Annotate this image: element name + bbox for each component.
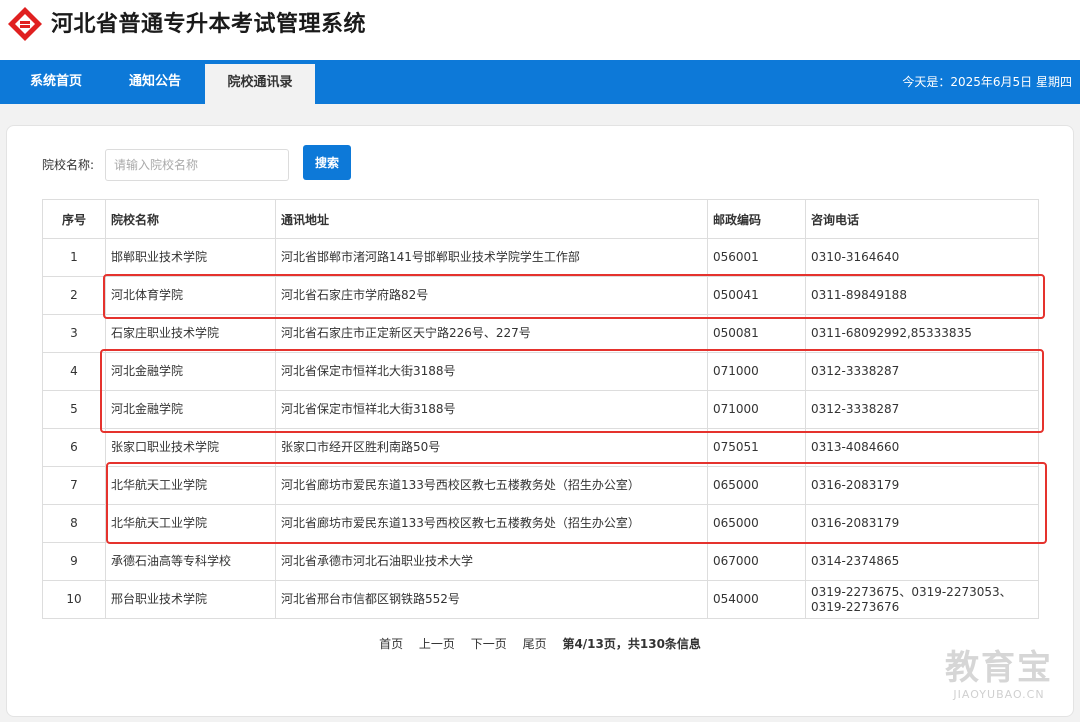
cell-phone: 0312-3338287	[805, 352, 1039, 391]
cell-phone: 0316-2083179	[805, 466, 1039, 505]
cell-school-name: 北华航天工业学院	[105, 466, 276, 505]
cell-address: 河北省廊坊市爱民东道133号西校区教七五楼教务处（招生办公室）	[275, 504, 708, 543]
cell-index: 4	[42, 352, 106, 391]
column-header-school-name: 院校名称	[105, 199, 276, 239]
cell-postcode: 050081	[707, 314, 806, 353]
nav-item-school-directory[interactable]: 院校通讯录	[205, 64, 315, 104]
cell-address: 河北省石家庄市学府路82号	[275, 276, 708, 315]
cell-index: 7	[42, 466, 106, 505]
directory-card: 院校名称: 搜索 序号 院校名称 通讯地址 邮政编码 咨询电话 1 邯郸职业技术…	[6, 125, 1074, 717]
cell-school-name: 河北金融学院	[105, 390, 276, 429]
school-directory-table: 序号 院校名称 通讯地址 邮政编码 咨询电话 1 邯郸职业技术学院 河北省邯郸市…	[42, 199, 1039, 619]
table-row: 5 河北金融学院 河北省保定市恒祥北大街3188号 071000 0312-33…	[42, 390, 1039, 429]
search-label: 院校名称:	[42, 158, 95, 172]
last-page-link[interactable]: 尾页	[523, 637, 547, 651]
cell-postcode: 071000	[707, 352, 806, 391]
school-name-search-input[interactable]	[105, 149, 289, 181]
cell-index: 9	[42, 542, 106, 581]
cell-index: 8	[42, 504, 106, 543]
cell-index: 1	[42, 238, 106, 277]
next-page-link[interactable]: 下一页	[471, 637, 507, 651]
column-header-postcode: 邮政编码	[707, 199, 806, 239]
table-row: 9 承德石油高等专科学校 河北省承德市河北石油职业技术大学 067000 031…	[42, 542, 1039, 581]
watermark-sub: JIAOYUBAO.CN	[953, 688, 1045, 701]
nav-item-notices[interactable]: 通知公告	[113, 60, 197, 104]
cell-phone: 0316-2083179	[805, 504, 1039, 543]
table-row: 4 河北金融学院 河北省保定市恒祥北大街3188号 071000 0312-33…	[42, 352, 1039, 391]
cell-address: 河北省邯郸市渚河路141号邯郸职业技术学院学生工作部	[275, 238, 708, 277]
cell-index: 5	[42, 390, 106, 429]
search-button[interactable]: 搜索	[303, 145, 351, 180]
cell-postcode: 050041	[707, 276, 806, 315]
cell-index: 6	[42, 428, 106, 467]
table-header-row: 序号 院校名称 通讯地址 邮政编码 咨询电话	[42, 199, 1039, 239]
cell-school-name: 石家庄职业技术学院	[105, 314, 276, 353]
watermark-main: 教育宝	[945, 648, 1053, 688]
table-row: 3 石家庄职业技术学院 河北省石家庄市正定新区天宁路226号、227号 0500…	[42, 314, 1039, 353]
cell-phone: 0319-2273675、0319-2273053、0319-2273676	[805, 580, 1039, 619]
table-row: 10 邢台职业技术学院 河北省邢台市信都区钢铁路552号 054000 0319…	[42, 580, 1039, 619]
cell-postcode: 065000	[707, 504, 806, 543]
first-page-link[interactable]: 首页	[379, 637, 403, 651]
cell-phone: 0314-2374865	[805, 542, 1039, 581]
cell-school-name: 北华航天工业学院	[105, 504, 276, 543]
site-title: 河北省普通专升本考试管理系统	[51, 12, 367, 37]
column-header-phone: 咨询电话	[805, 199, 1039, 239]
cell-address: 河北省保定市恒祥北大街3188号	[275, 390, 708, 429]
cell-phone: 0312-3338287	[805, 390, 1039, 429]
table-row: 7 北华航天工业学院 河北省廊坊市爱民东道133号西校区教七五楼教务处（招生办公…	[42, 466, 1039, 505]
cell-postcode: 065000	[707, 466, 806, 505]
cell-address: 河北省保定市恒祥北大街3188号	[275, 352, 708, 391]
header: 河北省普通专升本考试管理系统	[0, 0, 1080, 60]
cell-address: 河北省承德市河北石油职业技术大学	[275, 542, 708, 581]
cell-school-name: 河北金融学院	[105, 352, 276, 391]
cell-school-name: 河北体育学院	[105, 276, 276, 315]
cell-postcode: 071000	[707, 390, 806, 429]
table-row: 1 邯郸职业技术学院 河北省邯郸市渚河路141号邯郸职业技术学院学生工作部 05…	[42, 238, 1039, 277]
prev-page-link[interactable]: 上一页	[419, 637, 455, 651]
cell-phone: 0311-68092992,85333835	[805, 314, 1039, 353]
table-row: 2 河北体育学院 河北省石家庄市学府路82号 050041 0311-89849…	[42, 276, 1039, 315]
cell-index: 2	[42, 276, 106, 315]
table-row: 6 张家口职业技术学院 张家口市经开区胜利南路50号 075051 0313-4…	[42, 428, 1039, 467]
cell-index: 10	[42, 580, 106, 619]
cell-address: 河北省廊坊市爱民东道133号西校区教七五楼教务处（招生办公室）	[275, 466, 708, 505]
cell-postcode: 054000	[707, 580, 806, 619]
logo-icon	[8, 7, 42, 41]
cell-phone: 0310-3164640	[805, 238, 1039, 277]
table-row: 8 北华航天工业学院 河北省廊坊市爱民东道133号西校区教七五楼教务处（招生办公…	[42, 504, 1039, 543]
today-date: 今天是：2025年6月5日 星期四	[902, 75, 1072, 89]
cell-school-name: 承德石油高等专科学校	[105, 542, 276, 581]
column-header-index: 序号	[42, 199, 106, 239]
navbar: 系统首页 通知公告 院校通讯录 今天是：2025年6月5日 星期四	[0, 60, 1080, 104]
cell-school-name: 邯郸职业技术学院	[105, 238, 276, 277]
cell-phone: 0313-4084660	[805, 428, 1039, 467]
nav-item-home[interactable]: 系统首页	[14, 60, 98, 104]
cell-address: 河北省邢台市信都区钢铁路552号	[275, 580, 708, 619]
cell-index: 3	[42, 314, 106, 353]
column-header-address: 通讯地址	[275, 199, 708, 239]
cell-postcode: 056001	[707, 238, 806, 277]
page-info: 第4/13页，共130条信息	[562, 637, 701, 651]
cell-school-name: 张家口职业技术学院	[105, 428, 276, 467]
cell-phone: 0311-89849188	[805, 276, 1039, 315]
watermark: 教育宝 JIAOYUBAO.CN	[929, 648, 1069, 708]
cell-address: 河北省石家庄市正定新区天宁路226号、227号	[275, 314, 708, 353]
cell-postcode: 075051	[707, 428, 806, 467]
pagination: 首页 上一页 下一页 尾页 第4/13页，共130条信息	[7, 635, 1073, 652]
cell-postcode: 067000	[707, 542, 806, 581]
cell-school-name: 邢台职业技术学院	[105, 580, 276, 619]
cell-address: 张家口市经开区胜利南路50号	[275, 428, 708, 467]
